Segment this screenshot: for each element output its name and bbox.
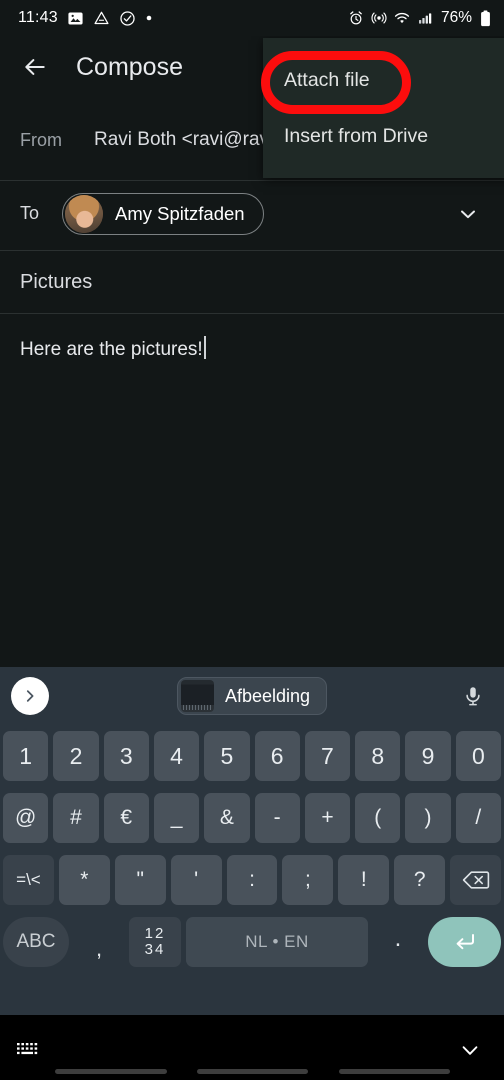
menu-item-attach-file[interactable]: Attach file: [263, 52, 504, 108]
back-arrow-icon: [25, 59, 45, 75]
overflow-menu: Attach file Insert from Drive: [263, 38, 504, 178]
back-button[interactable]: [18, 50, 52, 84]
image-thumbnail-icon: [180, 680, 214, 712]
key-apostrophe[interactable]: ': [170, 855, 222, 905]
page-title: Compose: [76, 52, 183, 81]
key-7[interactable]: 7: [304, 731, 351, 781]
phone-screen: 11:43 76% Compose From Ravi Both <ravi@r…: [0, 0, 504, 1080]
key-abc-switch[interactable]: ABC: [3, 917, 69, 967]
check-circle-icon: [120, 10, 135, 26]
keyboard-switch-button[interactable]: [16, 1039, 44, 1064]
microphone-icon: [466, 687, 480, 706]
subject-input[interactable]: Pictures: [20, 271, 92, 294]
key-paren-close[interactable]: ): [405, 793, 451, 843]
key-period-glyph: .: [394, 925, 402, 952]
key-8[interactable]: 8: [355, 731, 401, 781]
status-bar-left: 11:43: [18, 9, 153, 27]
battery-percent: 76%: [440, 9, 472, 26]
key-hash[interactable]: #: [53, 793, 99, 843]
keyboard-row-bottom: ABC , 12 34 NL • EN .: [0, 911, 504, 973]
key-minus[interactable]: -: [254, 793, 300, 843]
key-exclamation[interactable]: !: [338, 855, 390, 905]
key-numeric-layout[interactable]: 12 34: [129, 917, 181, 967]
clipboard-suggestion-chip[interactable]: Afbeelding: [176, 677, 328, 715]
gesture-pill-home[interactable]: [197, 1069, 308, 1074]
chevron-right-icon: [26, 690, 34, 702]
key-symbol-switch[interactable]: =\<: [3, 855, 54, 905]
key-period[interactable]: .: [373, 917, 423, 967]
num-key-bottom: 34: [144, 941, 166, 958]
navigation-bar: [0, 1015, 504, 1080]
status-bar: 11:43 76%: [0, 0, 504, 36]
num-key-top: 12: [144, 925, 166, 942]
key-1[interactable]: 1: [3, 731, 49, 781]
gesture-pill-back[interactable]: [55, 1069, 167, 1074]
recipient-chip[interactable]: Amy Spitzfaden: [62, 192, 264, 235]
signal-icon: [418, 13, 432, 24]
clipboard-suggestion-label: Afbeelding: [224, 685, 311, 706]
key-backspace[interactable]: [450, 855, 502, 905]
key-9[interactable]: 9: [405, 731, 451, 781]
key-3[interactable]: 3: [103, 731, 149, 781]
voice-input-button[interactable]: [454, 677, 492, 715]
chevron-down-icon: [461, 210, 475, 218]
key-question[interactable]: ?: [394, 855, 446, 905]
backspace-icon: [462, 871, 489, 889]
key-2[interactable]: 2: [53, 731, 99, 781]
key-5[interactable]: 5: [204, 731, 250, 781]
dot-icon: [146, 15, 152, 21]
chevron-down-icon: [462, 1046, 478, 1055]
avatar: [65, 194, 103, 233]
to-row[interactable]: To Amy Spitzfaden: [0, 181, 504, 246]
body-text[interactable]: Here are the pictures!: [20, 339, 203, 361]
key-double-quote[interactable]: ": [114, 855, 166, 905]
keyboard-icon: [17, 1043, 38, 1055]
key-at[interactable]: @: [3, 793, 49, 843]
key-6[interactable]: 6: [254, 731, 300, 781]
key-underscore[interactable]: _: [153, 793, 200, 843]
expand-suggestions-button[interactable]: [11, 677, 49, 715]
status-bar-right: 76%: [348, 9, 492, 27]
gesture-pill-recents[interactable]: [339, 1069, 450, 1074]
key-ampersand[interactable]: &: [204, 793, 250, 843]
hotspot-icon: [371, 12, 387, 24]
from-label: From: [20, 129, 62, 150]
keyboard-row-digits: 1 2 3 4 5 6 7 8 9 0: [0, 725, 504, 787]
text-caret: [203, 336, 206, 359]
on-screen-keyboard: Afbeelding 1 2 3 4 5 6 7 8 9 0 @ # € _ &…: [0, 667, 504, 1015]
alarm-icon: [350, 11, 362, 25]
recipient-name: Amy Spitzfaden: [115, 202, 245, 224]
key-semicolon[interactable]: ;: [282, 855, 334, 905]
key-0[interactable]: 0: [455, 731, 501, 781]
wifi-icon: [394, 12, 410, 24]
key-4[interactable]: 4: [153, 731, 200, 781]
drive-icon: [94, 11, 109, 24]
keyboard-row-symbols-2: =\< * " ' : ; ! ?: [0, 849, 504, 911]
keyboard-row-symbols-1: @ # € _ & - + ( ) /: [0, 787, 504, 849]
subject-row[interactable]: Pictures: [0, 251, 504, 313]
key-paren-open[interactable]: (: [355, 793, 401, 843]
key-comma[interactable]: ,: [74, 917, 124, 967]
expand-recipients-button[interactable]: [448, 194, 488, 234]
photos-icon: [68, 11, 83, 25]
key-colon[interactable]: :: [226, 855, 278, 905]
key-comma-glyph: ,: [95, 936, 103, 961]
key-space[interactable]: NL • EN: [186, 917, 368, 967]
key-asterisk[interactable]: *: [58, 855, 110, 905]
compose-body[interactable]: Here are the pictures!: [0, 314, 504, 667]
hide-keyboard-button[interactable]: [452, 1037, 488, 1063]
key-enter[interactable]: [428, 917, 501, 967]
menu-item-insert-from-drive[interactable]: Insert from Drive: [263, 108, 504, 164]
key-plus[interactable]: +: [304, 793, 351, 843]
enter-icon: [456, 934, 474, 950]
battery-icon: [481, 10, 490, 26]
to-label: To: [20, 203, 40, 223]
key-slash[interactable]: /: [455, 793, 501, 843]
suggestion-bar: Afbeelding: [0, 667, 504, 725]
from-value: Ravi Both <ravi@rav: [94, 129, 270, 150]
key-euro[interactable]: €: [103, 793, 149, 843]
status-clock: 11:43: [18, 9, 58, 26]
